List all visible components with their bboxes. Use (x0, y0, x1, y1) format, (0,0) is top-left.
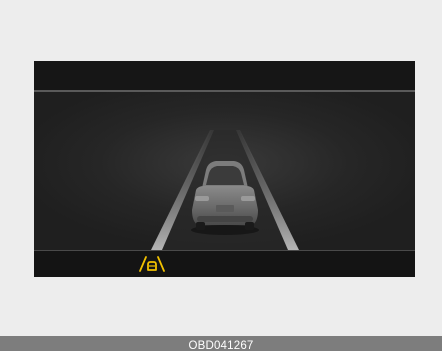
lane-following-assist-icon (139, 256, 165, 272)
manual-figure: OBD041267 (0, 0, 442, 351)
instrument-cluster-display (34, 61, 415, 277)
display-top-bar (34, 61, 415, 91)
indicator-bar (34, 251, 415, 277)
figure-caption-bar: OBD041267 (0, 336, 442, 351)
figure-code: OBD041267 (188, 340, 254, 351)
road-view (34, 92, 415, 250)
